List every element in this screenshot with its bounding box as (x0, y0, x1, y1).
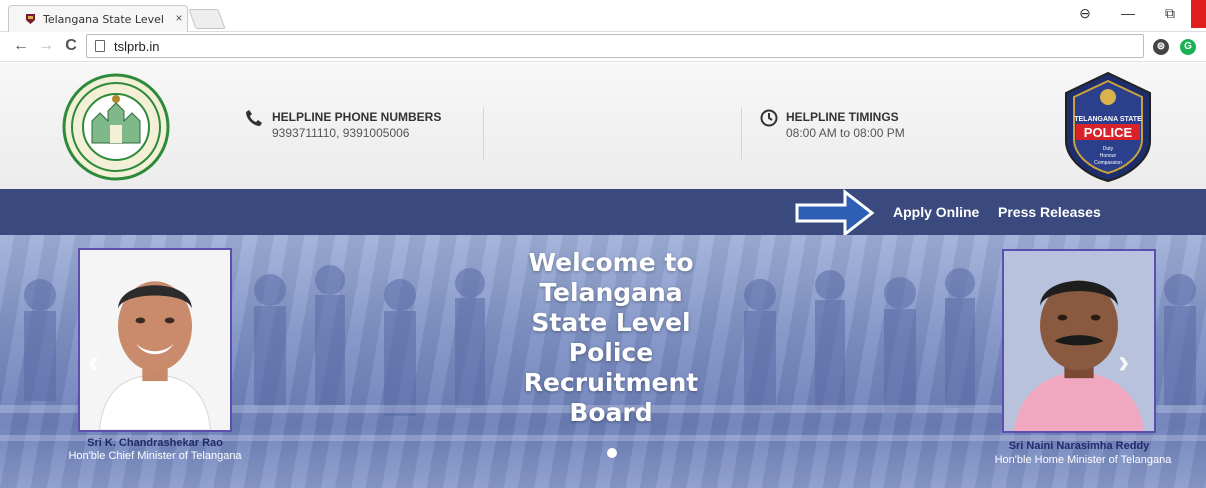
hero-welcome-heading: Welcome to Telangana State Level Police … (523, 248, 699, 428)
welcome-line: Police (568, 338, 654, 367)
police-logo-police-text: POLICE (1084, 125, 1133, 140)
browser-toolbar: ← → C tslprb.in ⊜ G (0, 32, 1206, 62)
clock-icon (760, 109, 778, 127)
restore-button[interactable]: ⧉ (1160, 5, 1180, 22)
minimize-button[interactable]: — (1118, 5, 1138, 21)
police-logo-motto-1: Duty (1103, 146, 1114, 152)
tab-title: Telangana State Level Po (43, 13, 165, 26)
back-button[interactable]: ← (12, 37, 30, 55)
welcome-line: Telangana (539, 278, 683, 307)
reload-button[interactable]: C (62, 37, 80, 55)
site-header: HELPLINE PHONE NUMBERS 9393711110, 93910… (0, 63, 1206, 189)
main-navigation: Apply Online Press Releases (0, 189, 1206, 237)
extension-icon-1[interactable]: ⊜ (1153, 39, 1169, 55)
helpline-timings-value: 08:00 AM to 08:00 PM (786, 126, 905, 140)
tab-close-icon[interactable]: × (173, 11, 185, 25)
nav-press-releases[interactable]: Press Releases (998, 204, 1101, 220)
telangana-police-logo-icon[interactable]: TELANGANA STATE POLICE Duty Honour Compa… (1060, 71, 1156, 183)
helpline-phone-numbers: 9393711110, 9391005006 (272, 126, 410, 140)
welcome-line: State Level (531, 308, 691, 337)
header-divider (483, 107, 484, 161)
browser-tab[interactable]: Telangana State Level Po × (8, 5, 188, 32)
account-icon[interactable]: ⊖ (1075, 5, 1095, 22)
annotation-arrow-icon (795, 189, 875, 237)
phone-icon (246, 110, 262, 126)
close-window-button[interactable] (1191, 0, 1206, 28)
helpline-phone-title: HELPLINE PHONE NUMBERS (272, 110, 442, 124)
chief-minister-portrait (78, 248, 232, 432)
telangana-government-emblem-icon[interactable] (62, 73, 170, 181)
home-minister-portrait (1002, 249, 1156, 433)
welcome-line: Welcome to (528, 248, 694, 277)
chief-minister-role: Hon'ble Chief Minister of Telangana (68, 450, 242, 462)
home-minister-name: Sri Naini Narasimha Reddy (1008, 440, 1150, 452)
chief-minister-name: Sri K. Chandrashekar Rao (87, 437, 223, 449)
carousel-next-arrow-icon[interactable]: › (1118, 343, 1129, 382)
new-tab-button[interactable] (188, 9, 226, 29)
hero-carousel: Sri K. Chandrashekar Rao Hon'ble Chief M… (0, 235, 1206, 488)
welcome-line: Board (569, 398, 653, 427)
welcome-line: Recruitment (523, 368, 699, 397)
police-logo-motto-3: Compassion (1094, 160, 1122, 166)
forward-button[interactable]: → (37, 37, 55, 55)
header-divider (741, 107, 742, 161)
nav-apply-online[interactable]: Apply Online (893, 204, 979, 220)
browser-tab-bar: Telangana State Level Po × ⊖ — ⧉ (0, 0, 1206, 32)
address-bar[interactable]: tslprb.in (86, 34, 1144, 58)
carousel-prev-arrow-icon[interactable]: ‹ (88, 343, 99, 382)
carousel-indicator-dot[interactable] (607, 448, 617, 458)
page-info-icon[interactable] (95, 40, 105, 52)
home-minister-role: Hon'ble Home Minister of Telangana (994, 454, 1172, 466)
grammarly-extension-icon[interactable]: G (1180, 39, 1196, 55)
police-logo-state-text: TELANGANA STATE (1074, 116, 1142, 123)
helpline-timings-title: HELPLINE TIMINGS (786, 110, 899, 124)
police-logo-motto-2: Honour (1100, 153, 1117, 159)
address-bar-url[interactable]: tslprb.in (114, 39, 160, 54)
police-favicon-icon (26, 14, 35, 24)
